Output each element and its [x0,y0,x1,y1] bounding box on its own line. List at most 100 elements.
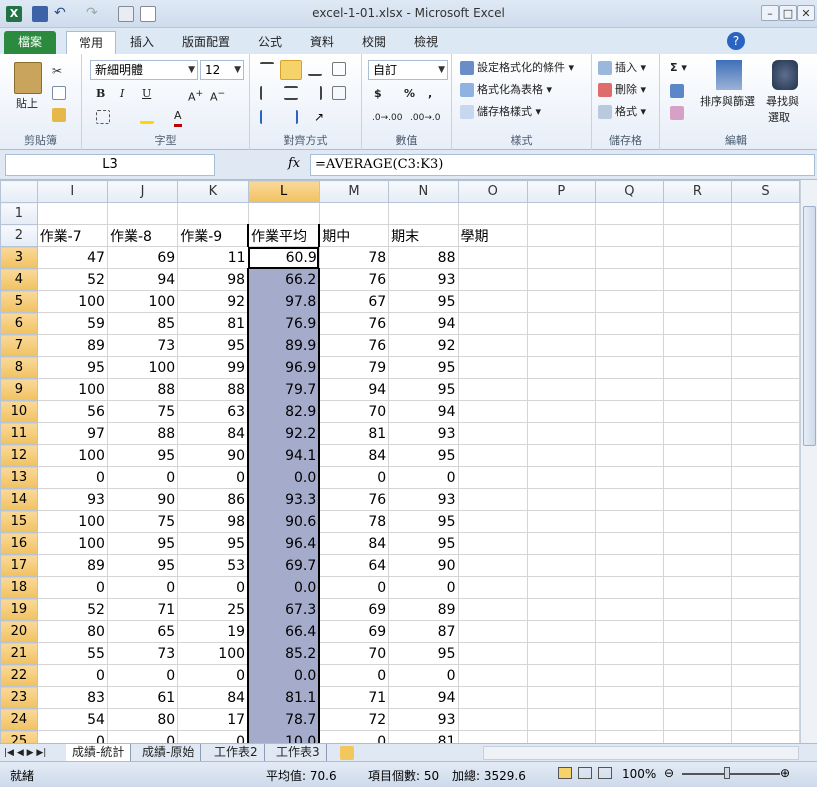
cell-p16[interactable] [526,532,596,555]
cell-k4[interactable]: 98 [177,268,249,291]
cell-s14[interactable] [730,488,800,511]
cell-j13[interactable]: 0 [106,466,179,489]
cell-m23[interactable]: 71 [318,686,390,709]
cell-i10[interactable]: 56 [36,400,108,423]
cell-l11[interactable]: 92.2 [247,422,321,445]
cell-r24[interactable] [662,708,732,731]
cell-j5[interactable]: 100 [106,290,179,313]
column-header-o[interactable]: O [457,180,528,203]
cell-n1[interactable] [388,202,459,225]
cell-i9[interactable]: 100 [36,378,108,401]
cell-s8[interactable] [730,356,800,379]
cell-o21[interactable] [457,642,528,665]
cell-m3[interactable]: 78 [318,246,390,269]
cell-o25[interactable] [457,730,528,743]
cell-s12[interactable] [730,444,800,467]
cell-r8[interactable] [662,356,732,379]
cell-i5[interactable]: 100 [36,290,108,313]
cell-j16[interactable]: 95 [106,532,179,555]
cell-p2[interactable] [526,224,596,247]
cell-l17[interactable]: 69.7 [247,554,321,577]
row-header[interactable]: 1 [0,202,38,225]
tab-file[interactable]: 檔案 [4,31,57,54]
cell-l19[interactable]: 67.3 [247,598,321,621]
find-select-icon[interactable] [772,60,798,90]
cell-i25[interactable]: 0 [36,730,108,743]
decrease-indent-icon[interactable] [260,110,274,124]
row-header[interactable]: 4 [0,268,38,291]
cell-p11[interactable] [526,422,596,445]
cell-n10[interactable]: 94 [388,400,459,423]
cell-q15[interactable] [594,510,664,533]
bold-button[interactable]: B [96,86,105,102]
cell-k1[interactable] [177,202,249,225]
tab-view[interactable]: 檢視 [402,31,450,54]
cell-k25[interactable]: 0 [177,730,249,743]
page-break-view-icon[interactable] [598,767,612,779]
cell-l22[interactable]: 0.0 [247,664,321,687]
cell-o12[interactable] [457,444,528,467]
row-header[interactable]: 24 [0,708,38,731]
cell-i14[interactable]: 93 [36,488,108,511]
cell-o15[interactable] [457,510,528,533]
cell-o10[interactable] [457,400,528,423]
cell-k9[interactable]: 88 [177,378,249,401]
cell-i18[interactable]: 0 [36,576,108,599]
cell-o17[interactable] [457,554,528,577]
cell-k24[interactable]: 17 [177,708,249,731]
zoom-slider[interactable] [682,773,780,775]
cell-l4[interactable]: 66.2 [247,268,321,291]
cell-i3[interactable]: 47 [36,246,108,269]
cell-s25[interactable] [730,730,800,743]
align-bottom-icon[interactable] [308,62,322,76]
cell-j24[interactable]: 80 [106,708,179,731]
cell-n17[interactable]: 90 [388,554,459,577]
conditional-format-button[interactable]: 設定格式化的條件 ▾ [460,60,574,76]
cell-i19[interactable]: 52 [36,598,108,621]
cell-q20[interactable] [594,620,664,643]
cell-n9[interactable]: 95 [388,378,459,401]
cell-q18[interactable] [594,576,664,599]
cell-j15[interactable]: 75 [106,510,179,533]
font-size-select[interactable]: 12 ▼ [200,60,244,80]
cell-r12[interactable] [662,444,732,467]
cell-i24[interactable]: 54 [36,708,108,731]
row-header[interactable]: 9 [0,378,38,401]
cell-k8[interactable]: 99 [177,356,249,379]
cell-l20[interactable]: 66.4 [247,620,321,643]
cell-k10[interactable]: 63 [177,400,249,423]
row-header[interactable]: 18 [0,576,38,599]
cell-n12[interactable]: 95 [388,444,459,467]
cell-o1[interactable] [457,202,528,225]
cell-m10[interactable]: 70 [318,400,390,423]
format-painter-icon[interactable] [52,108,66,122]
cell-k22[interactable]: 0 [177,664,249,687]
cell-r17[interactable] [662,554,732,577]
cell-n3[interactable]: 88 [388,246,459,269]
cell-n25[interactable]: 81 [388,730,459,743]
cell-r16[interactable] [662,532,732,555]
select-all-corner[interactable] [0,180,38,203]
cell-s13[interactable] [730,466,800,489]
cell-k23[interactable]: 84 [177,686,249,709]
cell-l8[interactable]: 96.9 [247,356,321,379]
row-header[interactable]: 21 [0,642,38,665]
cell-i1[interactable] [36,202,108,225]
cell-j18[interactable]: 0 [106,576,179,599]
cell-o20[interactable] [457,620,528,643]
cell-i22[interactable]: 0 [36,664,108,687]
cell-j10[interactable]: 75 [106,400,179,423]
cell-p3[interactable] [526,246,596,269]
cell-q10[interactable] [594,400,664,423]
cell-q2[interactable] [594,224,664,247]
cell-m14[interactable]: 76 [318,488,390,511]
cell-p18[interactable] [526,576,596,599]
cell-o6[interactable] [457,312,528,335]
column-header-p[interactable]: P [526,180,596,203]
zoom-level[interactable]: 100% [622,767,656,781]
sort-filter-icon[interactable] [716,60,742,90]
decrease-decimal-icon[interactable]: .00→.0 [410,110,440,126]
sheet-tab-raw[interactable]: 成績-原始 [136,744,202,761]
cell-p4[interactable] [526,268,596,291]
cell-j12[interactable]: 95 [106,444,179,467]
